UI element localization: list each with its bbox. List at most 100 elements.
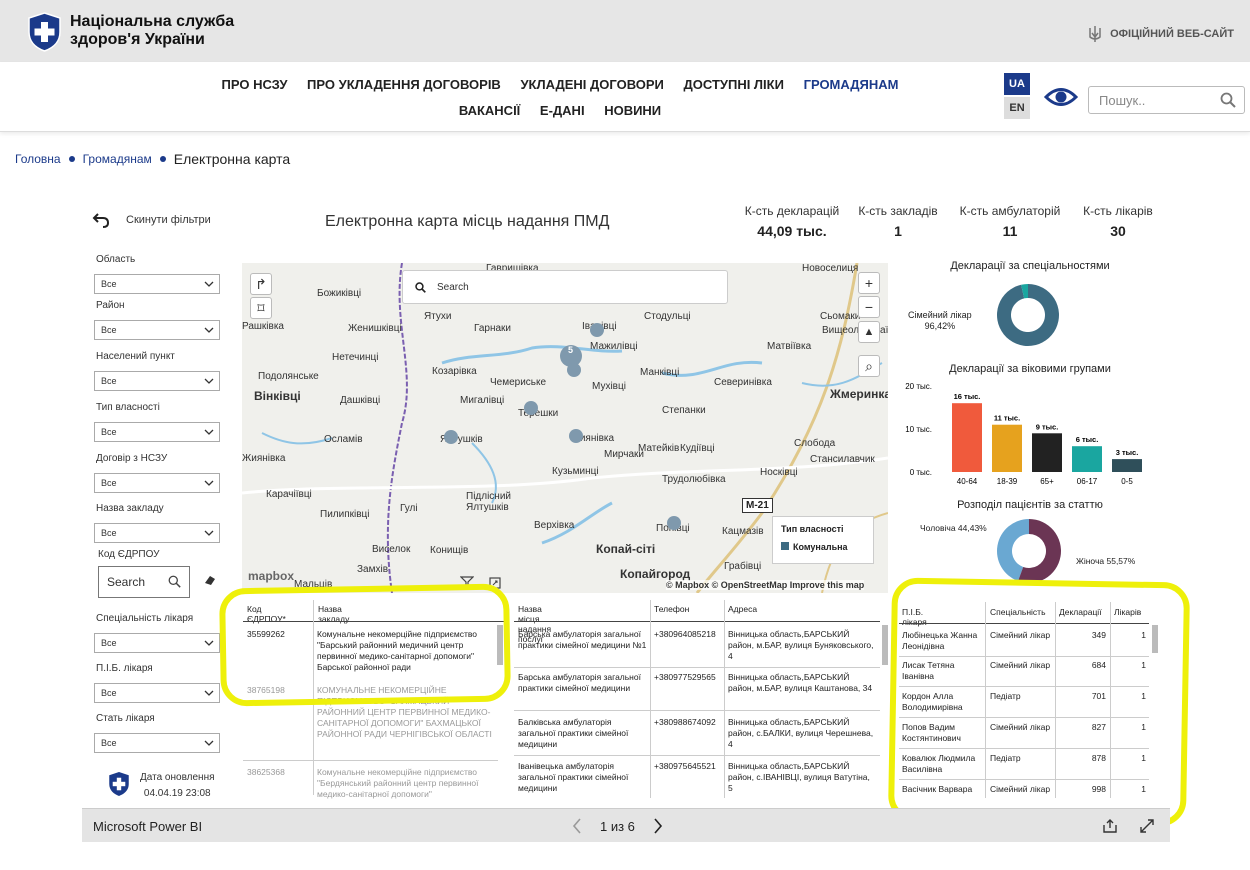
eraser-icon[interactable] xyxy=(204,574,216,586)
reset-filters-button[interactable]: Скинути фільтри xyxy=(92,212,211,228)
lang-en-button[interactable]: EN xyxy=(1004,97,1030,119)
map-marker[interactable] xyxy=(569,429,583,443)
filter-gender-value: Все xyxy=(101,738,117,748)
kpi-value: 1 xyxy=(894,223,902,239)
kpi-facilities: К-сть закладів 1 xyxy=(855,204,941,239)
search-icon[interactable] xyxy=(1220,92,1236,108)
chevron-down-icon xyxy=(204,281,214,287)
bar-data-label: 6 тыс. xyxy=(1076,435,1099,444)
nav-edata[interactable]: Е-ДАНІ xyxy=(540,103,585,118)
site-search-input[interactable]: Пошук.. xyxy=(1088,86,1245,114)
mapbox-logo[interactable]: mapbox xyxy=(248,569,294,583)
bar-40-64[interactable] xyxy=(952,403,982,472)
table-cell-phone[interactable]: +380988674092 xyxy=(654,717,716,728)
table-cell-phone[interactable]: +380964085218 xyxy=(654,629,716,640)
chevron-right-icon[interactable] xyxy=(653,818,663,834)
nav-citizens[interactable]: ГРОМАДЯНАМ xyxy=(804,77,899,92)
table-cell-address[interactable]: Вінницька область,БАРСЬКИЙ район, с.БАЛК… xyxy=(728,717,874,750)
map-marker[interactable] xyxy=(567,363,581,377)
legend-title: Тип власності xyxy=(781,524,844,534)
specialty-data-label-text: Сімейний лікар 96,42% xyxy=(908,310,972,331)
accessibility-eye-icon[interactable] xyxy=(1044,86,1078,108)
table-cell-location[interactable]: Барська амбулаторія загальної практики с… xyxy=(518,629,648,651)
map-place-label: Копай-сіті xyxy=(596,542,656,556)
breadcrumb-home[interactable]: Головна xyxy=(15,152,61,166)
undo-icon xyxy=(92,213,110,228)
table-cell-edrpou[interactable]: 38625368 xyxy=(247,767,285,778)
powerbi-brand[interactable]: Microsoft Power BI xyxy=(93,819,202,834)
chevron-down-icon xyxy=(204,327,214,333)
map-place-label: Носківці xyxy=(760,467,798,478)
table-cell-location[interactable]: Іванівецька амбулаторія загальної практи… xyxy=(518,761,648,794)
nav-vacancies[interactable]: ВАКАНСІЇ xyxy=(459,103,520,118)
nszu-logo-icon[interactable] xyxy=(27,12,62,52)
nav-news[interactable]: НОВИНИ xyxy=(604,103,661,118)
map-view[interactable]: Гавришівка Новоселиця Жмеринка Божиківці… xyxy=(242,263,888,593)
map-locate-button[interactable]: ⌕ xyxy=(858,355,880,377)
site-name-line1: Національна служба xyxy=(70,13,235,30)
bar-06-17[interactable] xyxy=(1072,446,1102,472)
filter-gender-select[interactable]: Все xyxy=(94,733,220,753)
edrpou-search-input[interactable]: Search xyxy=(98,566,190,598)
filter-contract-select[interactable]: Все xyxy=(94,473,220,493)
col-header-phone[interactable]: Телефон xyxy=(654,604,689,614)
map-place-label: Козарівка xyxy=(432,366,477,377)
site-name[interactable]: Національна служба здоров'я України xyxy=(70,13,234,49)
map-marker[interactable] xyxy=(590,323,604,337)
map-attribution[interactable]: © Mapbox © OpenStreetMap Improve this ma… xyxy=(666,580,865,590)
table-cell-phone[interactable]: +380975645521 xyxy=(654,761,716,772)
filter-ownership-select[interactable]: Все xyxy=(94,422,220,442)
map-marker[interactable] xyxy=(667,516,681,530)
map-place-label: Чемериське xyxy=(490,377,547,388)
nav-contracting[interactable]: ПРО УКЛАДЕННЯ ДОГОВОРІВ xyxy=(307,77,501,92)
chevron-left-icon[interactable] xyxy=(572,818,582,834)
filter-district-select[interactable]: Все xyxy=(94,320,220,340)
breadcrumb-separator xyxy=(68,156,75,162)
map-marker[interactable] xyxy=(524,401,538,415)
table-cell-facility[interactable]: Комунальне некомерційне підприємство "Бе… xyxy=(317,767,497,800)
bar-0-5[interactable] xyxy=(1112,459,1142,472)
map-search-input[interactable]: Search xyxy=(402,270,728,304)
bar-65+[interactable] xyxy=(1032,433,1062,472)
filter-facility-value: Все xyxy=(101,528,117,538)
reset-filters-label: Скинути фільтри xyxy=(126,214,211,226)
filter-facility-select[interactable]: Все xyxy=(94,523,220,543)
fullscreen-icon[interactable] xyxy=(1140,819,1154,833)
map-zoom-in-button[interactable]: + xyxy=(858,272,880,294)
nav-contracts[interactable]: УКЛАДЕНІ ДОГОВОРИ xyxy=(520,77,663,92)
kpi-value: 11 xyxy=(1002,223,1018,239)
table-cell-phone[interactable]: +380977529565 xyxy=(654,672,716,683)
map-place-label: Сьомаки xyxy=(820,311,861,322)
lang-ua-button[interactable]: UA xyxy=(1004,73,1030,95)
table-cell-location[interactable]: Балківська амбулаторія загальної практик… xyxy=(518,717,648,750)
map-marker[interactable] xyxy=(444,430,458,444)
table-cell-address[interactable]: Вінницька область,БАРСЬКИЙ район, м.БАР,… xyxy=(728,629,874,662)
map-reset-view-button[interactable]: ↱ xyxy=(250,273,272,295)
col-header-address[interactable]: Адреса xyxy=(728,604,757,614)
filter-specialty-select[interactable]: Все xyxy=(94,633,220,653)
map-place-label: Новоселиця xyxy=(802,263,859,274)
map-compass-button[interactable]: ▲ xyxy=(858,321,880,343)
kpi-label: К-сть лікарів xyxy=(1083,204,1153,218)
x-tick-label: 0-5 xyxy=(1121,477,1133,486)
bar-data-label: 16 тыс. xyxy=(954,392,981,401)
specialty-donut-chart[interactable] xyxy=(996,283,1060,347)
filter-oblast-select[interactable]: Все xyxy=(94,274,220,294)
age-bar-chart[interactable]: 20 тыс. 10 тыс. 0 тыс. 16 тыс. 40-64 11 тыс. 1… xyxy=(896,378,1150,488)
nav-about[interactable]: ПРО НСЗУ xyxy=(222,77,288,92)
map-place-label: Гулі xyxy=(400,503,418,514)
bar-18-39[interactable] xyxy=(992,424,1022,472)
table-cell-location[interactable]: Барська амбулаторія загальної практики с… xyxy=(518,672,648,694)
map-zoom-out-button[interactable]: − xyxy=(858,296,880,318)
gender-donut-chart[interactable] xyxy=(996,518,1062,584)
map-place-label: Підлісний Ялтушків xyxy=(466,491,511,513)
share-icon[interactable] xyxy=(1102,819,1118,833)
filter-doctor-select[interactable]: Все xyxy=(94,683,220,703)
table-cell-address[interactable]: Вінницька область,БАРСЬКИЙ район, с.ІВАН… xyxy=(728,761,874,794)
map-select-area-button[interactable]: ⌑ xyxy=(250,297,272,319)
table-cell-address[interactable]: Вінницька область,БАРСЬКИЙ район, м.БАР,… xyxy=(728,672,874,694)
nav-medicines[interactable]: ДОСТУПНІ ЛІКИ xyxy=(684,77,784,92)
location-table-scrollbar[interactable] xyxy=(882,625,888,665)
filter-settlement-select[interactable]: Все xyxy=(94,371,220,391)
breadcrumb-citizens[interactable]: Громадянам xyxy=(83,152,152,166)
